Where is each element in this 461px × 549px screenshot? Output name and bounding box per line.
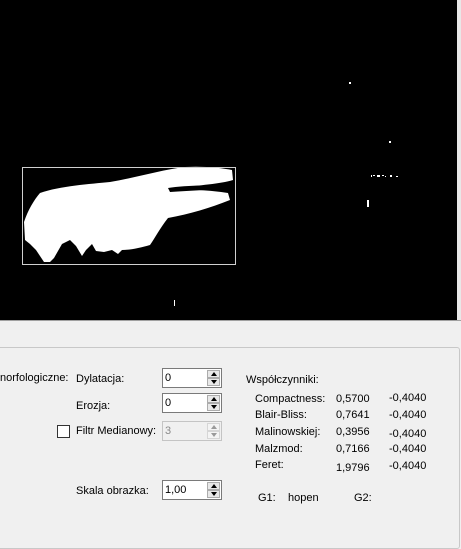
coefficient-value-2: -0,4040 [389,392,427,404]
dilation-increment-button[interactable] [207,370,220,378]
median-filter-label: Filtr Medianowy: [76,425,157,437]
gesture-2-label: G2: [354,492,372,504]
dilation-stepper[interactable] [162,368,222,388]
dilation-decrement-button[interactable] [207,378,220,386]
coefficient-value-2: -0,4040 [389,428,427,440]
arrow-down-icon [211,380,217,384]
erosion-increment-button[interactable] [207,395,220,403]
coefficient-value-2: -0,4040 [389,443,427,455]
coefficient-name: Malinowskiej: [255,426,321,438]
median-filter-checkbox[interactable] [57,425,70,438]
arrow-up-icon [211,425,217,429]
arrow-up-icon [211,372,217,376]
coefficient-value: 0,7641 [336,409,370,421]
gesture-1-value: hopen [288,492,319,504]
median-filter-stepper[interactable] [162,421,222,441]
erosion-stepper[interactable] [162,393,222,413]
median-filter-input[interactable] [165,424,205,438]
coefficient-value-2: -0,4040 [389,460,427,472]
dilation-label: Dylatacja: [76,373,125,385]
gesture-1-label: G1: [258,492,276,504]
arrow-down-icon [211,405,217,409]
coefficient-value-2: -0,4040 [389,409,427,421]
scale-decrement-button[interactable] [207,490,220,498]
coefficient-value: 1,9796 [336,462,370,474]
divider [0,320,461,321]
hand-shape [24,166,233,262]
coefficient-name: Compactness: [255,393,326,405]
scale-increment-button[interactable] [207,482,220,490]
arrow-up-icon [211,484,217,488]
coefficient-value: 0,7166 [336,443,370,455]
coefficient-name: Malzmod: [255,443,303,455]
coefficient-name: Blair-Bliss: [255,409,307,421]
scale-stepper[interactable] [162,480,222,500]
erosion-label: Erozja: [76,400,111,412]
arrow-down-icon [211,433,217,437]
dilation-input[interactable] [165,371,205,385]
arrow-up-icon [211,397,217,401]
morphology-section-label: norfologiczne: [0,372,69,384]
median-filter-increment-button[interactable] [207,423,220,431]
scroll-gutter [457,0,461,320]
coefficient-value: 0,5700 [336,393,370,405]
scale-input[interactable] [165,483,205,497]
erosion-input[interactable] [165,396,205,410]
coefficients-title: Współczynniki: [246,374,319,386]
coefficient-name: Feret: [255,459,284,471]
scale-label: Skala obrazka: [76,485,149,497]
erosion-decrement-button[interactable] [207,403,220,411]
arrow-down-icon [211,492,217,496]
median-filter-decrement-button[interactable] [207,431,220,439]
binary-image [22,82,398,306]
coefficient-value: 0,3956 [336,426,370,438]
image-preview [0,0,457,320]
